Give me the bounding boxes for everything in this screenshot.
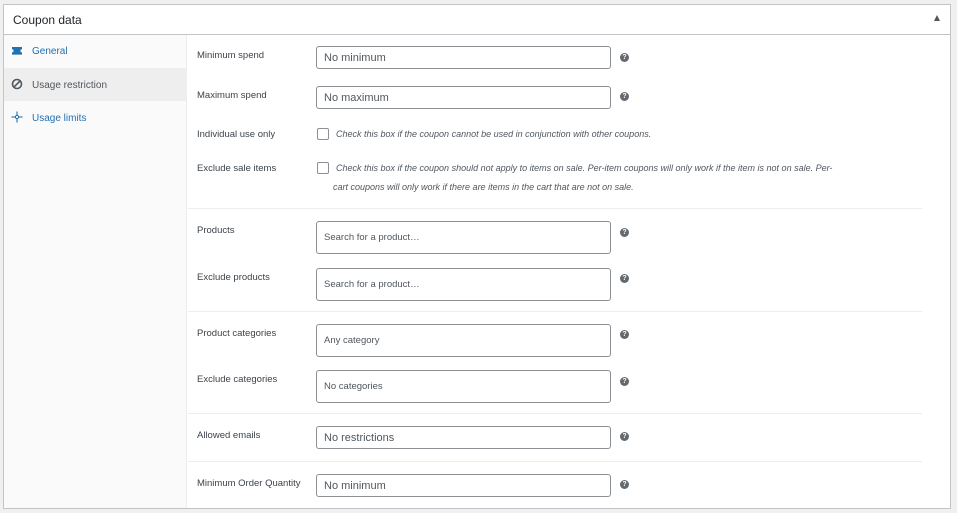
tab-general[interactable]: General — [4, 35, 187, 68]
coupon-data-panel: Coupon data General Usage restriction Us… — [3, 4, 951, 509]
help-icon[interactable]: ? — [620, 330, 629, 339]
panel-title: Coupon data — [13, 13, 82, 27]
divider — [188, 413, 922, 414]
divider — [188, 461, 922, 462]
tab-usage-restriction[interactable]: Usage restriction — [4, 68, 187, 101]
collapse-arrow-icon[interactable] — [934, 15, 940, 21]
exclude-sale-description-line1: Check this box if the coupon should not … — [336, 163, 833, 173]
panel-header[interactable]: Coupon data — [4, 5, 950, 35]
product-categories-select[interactable] — [316, 324, 611, 357]
help-icon[interactable]: ? — [620, 228, 629, 237]
help-icon[interactable]: ? — [620, 377, 629, 386]
minimum-spend-input[interactable] — [316, 46, 611, 69]
usage-restriction-panel: Minimum spend ? Maximum spend ? Individu… — [188, 35, 922, 508]
coupon-tabs-sidebar: General Usage restriction Usage limits — [4, 35, 187, 508]
exclude-sale-label: Exclude sale items — [197, 163, 277, 174]
min-order-qty-label: Minimum Order Quantity — [197, 478, 301, 489]
individual-use-label: Individual use only — [197, 129, 276, 140]
exclude-sale-description-line2: cart coupons will only work if there are… — [333, 182, 634, 192]
individual-use-description: Check this box if the coupon cannot be u… — [336, 129, 652, 139]
divider — [188, 311, 922, 312]
min-order-qty-input[interactable] — [316, 474, 611, 497]
help-icon[interactable]: ? — [620, 92, 629, 101]
tab-usage-limits-label: Usage limits — [32, 113, 87, 124]
tab-general-label: General — [32, 46, 68, 57]
maximum-spend-input[interactable] — [316, 86, 611, 109]
help-icon[interactable]: ? — [620, 432, 629, 441]
exclude-products-label: Exclude products — [197, 272, 270, 283]
help-icon[interactable]: ? — [620, 53, 629, 62]
block-icon — [11, 78, 23, 90]
product-categories-label: Product categories — [197, 328, 277, 339]
tab-usage-restriction-label: Usage restriction — [32, 80, 108, 91]
minimum-spend-label: Minimum spend — [197, 50, 265, 61]
exclude-products-search-input[interactable] — [316, 268, 611, 301]
crosshair-icon — [11, 111, 23, 123]
maximum-spend-label: Maximum spend — [197, 90, 267, 101]
exclude-categories-label: Exclude categories — [197, 374, 278, 385]
tab-usage-limits[interactable]: Usage limits — [4, 101, 187, 134]
exclude-sale-checkbox[interactable] — [317, 162, 329, 174]
divider — [188, 208, 922, 209]
individual-use-checkbox[interactable] — [317, 128, 329, 140]
products-search-input[interactable] — [316, 221, 611, 254]
help-icon[interactable]: ? — [620, 480, 629, 489]
allowed-emails-label: Allowed emails — [197, 430, 261, 441]
ticket-icon — [12, 47, 22, 55]
products-label: Products — [197, 225, 235, 236]
help-icon[interactable]: ? — [620, 274, 629, 283]
allowed-emails-input[interactable] — [316, 426, 611, 449]
exclude-categories-select[interactable] — [316, 370, 611, 403]
